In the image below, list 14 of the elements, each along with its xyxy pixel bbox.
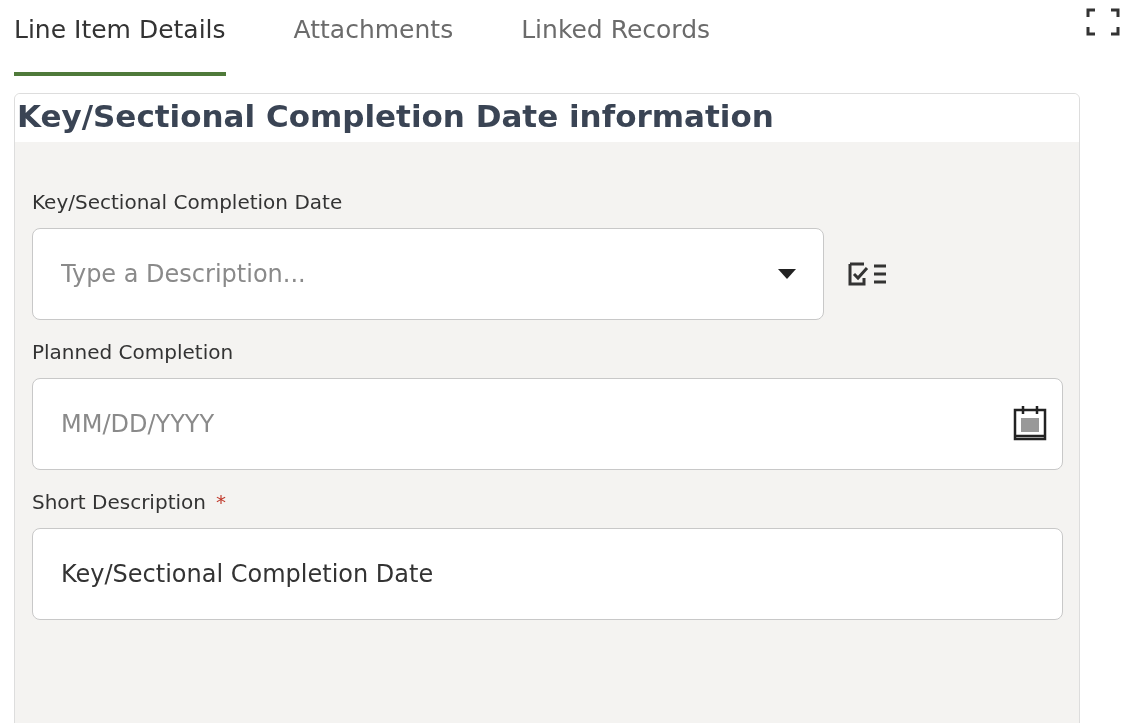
section-title: Key/Sectional Completion Date information: [15, 94, 1079, 142]
tab[interactable]: Linked Records: [521, 0, 711, 76]
date-field[interactable]: MM/DD/YYYY: [32, 378, 1063, 470]
tab[interactable]: Attachments: [293, 0, 454, 76]
field-label: Key/Sectional Completion Date: [32, 190, 343, 214]
field-label: Planned Completion: [32, 340, 234, 364]
required-marker: *: [215, 490, 226, 514]
text-field[interactable]: Key/Sectional Completion Date: [32, 528, 1063, 620]
tab[interactable]: Line Item Details: [14, 0, 226, 76]
caret-icon[interactable]: [778, 269, 796, 279]
select-field[interactable]: Type a Description...: [32, 228, 824, 320]
expand-icon[interactable]: [1086, 8, 1120, 36]
field-label: Short Description: [32, 490, 206, 514]
calendar-icon[interactable]: [1013, 405, 1047, 441]
